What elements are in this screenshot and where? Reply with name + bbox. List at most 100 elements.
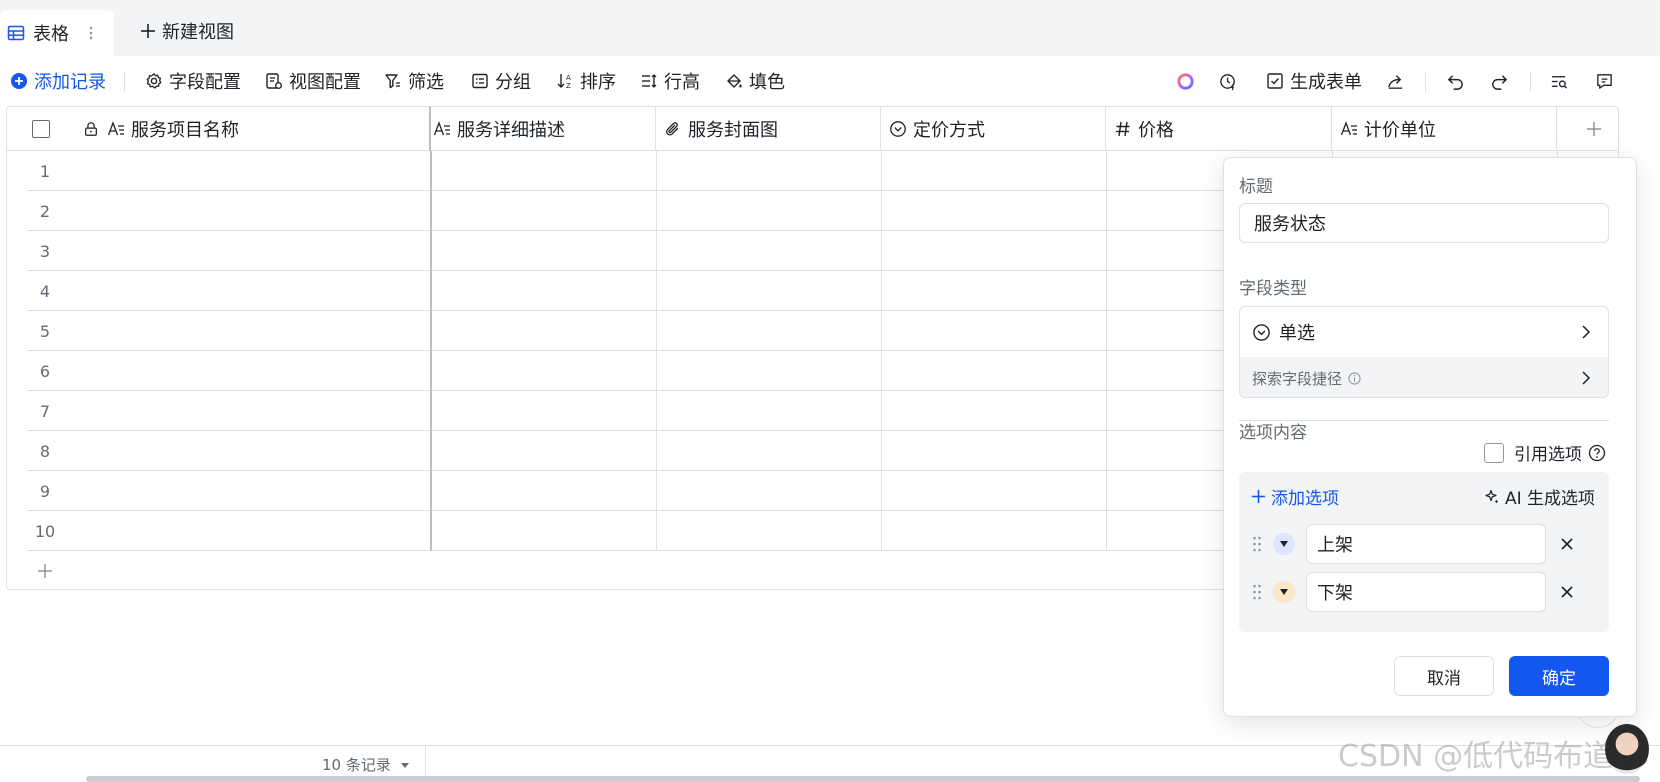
plus-icon [1251, 489, 1266, 504]
option-color-picker[interactable] [1273, 581, 1295, 603]
close-icon[interactable] [1559, 584, 1575, 600]
options-label-text: 选项内容 [1239, 423, 1307, 443]
horizontal-scrollbar[interactable] [86, 776, 1640, 782]
drag-handle-icon[interactable] [1251, 583, 1263, 601]
field-shortcut-label: 探索字段捷径 [1252, 369, 1343, 388]
help-icon[interactable] [1588, 444, 1606, 462]
add-row-button[interactable] [27, 551, 63, 589]
option-row: 下架 [1239, 572, 1609, 612]
view-toolbar: 添加记录 字段配置 视图配置 筛选 分组 AZ 排序 行高 填色 生成表单 [0, 56, 1640, 106]
close-icon[interactable] [1559, 536, 1575, 552]
column-header[interactable]: 服务项目名称 [75, 107, 431, 151]
comments-button[interactable] [1591, 68, 1617, 94]
cite-options-toggle[interactable]: 引用选项 [1484, 440, 1606, 465]
cancel-button[interactable]: 取消 [1394, 656, 1494, 696]
sort-button[interactable]: AZ 排序 [556, 68, 616, 94]
ai-generate-options-button[interactable]: AI 生成选项 [1484, 484, 1595, 509]
toolbar-divider [1425, 72, 1426, 92]
svg-text:A: A [566, 74, 571, 82]
ai-assistant-button[interactable] [1172, 68, 1198, 94]
add-option-button[interactable]: 添加选项 [1251, 484, 1339, 509]
filter-label: 筛选 [408, 72, 444, 93]
column-divider [1106, 151, 1107, 551]
column-header[interactable]: 价格 [1106, 107, 1332, 151]
redo-button[interactable] [1486, 68, 1512, 94]
column-label: 服务封面图 [688, 120, 778, 141]
column-divider [881, 151, 882, 551]
single-select-icon [890, 121, 906, 137]
generate-form-button[interactable]: 生成表单 [1266, 68, 1362, 94]
row-height-icon [642, 74, 657, 88]
confirm-button[interactable]: 确定 [1509, 656, 1609, 696]
drag-handle-icon[interactable] [1251, 535, 1263, 553]
sparkle-icon [1485, 489, 1499, 503]
add-record-button[interactable]: 添加记录 [10, 68, 106, 94]
row-number: 9 [39, 481, 51, 501]
row-height-button[interactable]: 行高 [640, 68, 700, 94]
column-label: 定价方式 [913, 120, 985, 141]
more-vertical-icon[interactable] [86, 24, 96, 42]
row-number: 10 [34, 521, 56, 541]
row-number: 8 [39, 441, 51, 461]
ai-ring-icon [1176, 72, 1194, 90]
new-view-button[interactable]: 新建视图 [140, 18, 234, 44]
grid-header: 服务项目名称 服务详细描述 服务封面图 定价方式 价格 计价单位 [7, 107, 1618, 151]
view-config-button[interactable]: 视图配置 [265, 68, 361, 94]
tab-table-view[interactable]: 表格 [0, 10, 114, 56]
fill-color-label: 填色 [749, 72, 785, 93]
field-type-selector[interactable]: 单选 [1240, 307, 1608, 357]
sort-icon: AZ [557, 74, 571, 90]
add-circle-icon [11, 73, 27, 89]
share-button[interactable] [1382, 68, 1408, 94]
toolbar-divider [124, 72, 125, 92]
info-icon [1348, 371, 1361, 385]
row-number: 6 [39, 361, 51, 381]
automation-button[interactable] [1215, 68, 1241, 94]
row-number: 2 [39, 201, 51, 221]
view-config-label: 视图配置 [289, 72, 361, 93]
plus-icon [1587, 122, 1601, 136]
field-config-button[interactable]: 字段配置 [145, 68, 241, 94]
field-shortcut-row[interactable]: 探索字段捷径 [1240, 357, 1608, 397]
list-search-icon [1551, 75, 1567, 89]
share-icon [1387, 74, 1402, 89]
fill-color-button[interactable]: 填色 [725, 68, 785, 94]
column-header[interactable]: 计价单位 [1332, 107, 1557, 151]
select-all-checkbox[interactable] [32, 120, 50, 138]
new-view-label: 新建视图 [162, 22, 234, 43]
group-button[interactable]: 分组 [471, 68, 531, 94]
option-input[interactable]: 上架 [1306, 524, 1546, 564]
tab-table-label: 表格 [33, 24, 69, 45]
option-color-picker[interactable] [1273, 533, 1295, 555]
filter-button[interactable]: 筛选 [384, 68, 444, 94]
column-header[interactable]: 服务封面图 [656, 107, 881, 151]
undo-button[interactable] [1442, 68, 1468, 94]
plus-icon [38, 564, 52, 578]
title-input[interactable]: 服务状态 [1239, 203, 1609, 243]
attachment-icon [666, 122, 679, 136]
column-divider [656, 151, 657, 551]
toolbar-divider [1530, 72, 1531, 92]
field-type-label: 字段类型 [1239, 279, 1307, 299]
column-header[interactable]: 服务详细描述 [431, 107, 656, 151]
cite-options-checkbox[interactable] [1484, 442, 1504, 463]
paint-bucket-icon [727, 74, 742, 88]
add-record-label: 添加记录 [34, 72, 106, 93]
chevron-right-icon [1582, 325, 1591, 339]
add-column-button[interactable] [1557, 107, 1618, 151]
title-label: 标题 [1239, 177, 1273, 197]
plus-icon [141, 24, 155, 38]
group-label: 分组 [495, 72, 531, 93]
view-settings-icon [266, 73, 282, 89]
single-select-icon [1253, 323, 1270, 341]
avatar[interactable] [1605, 724, 1649, 774]
filter-icon [385, 74, 400, 89]
column-label: 服务详细描述 [457, 120, 565, 141]
option-input[interactable]: 下架 [1306, 572, 1546, 612]
select-all-cell [7, 107, 75, 151]
search-records-button[interactable] [1546, 68, 1572, 94]
frozen-column-divider[interactable] [430, 151, 432, 551]
column-header[interactable]: 定价方式 [881, 107, 1106, 151]
option-row: 上架 [1239, 524, 1609, 564]
record-count-dropdown[interactable]: 10 条记录 [322, 754, 411, 775]
